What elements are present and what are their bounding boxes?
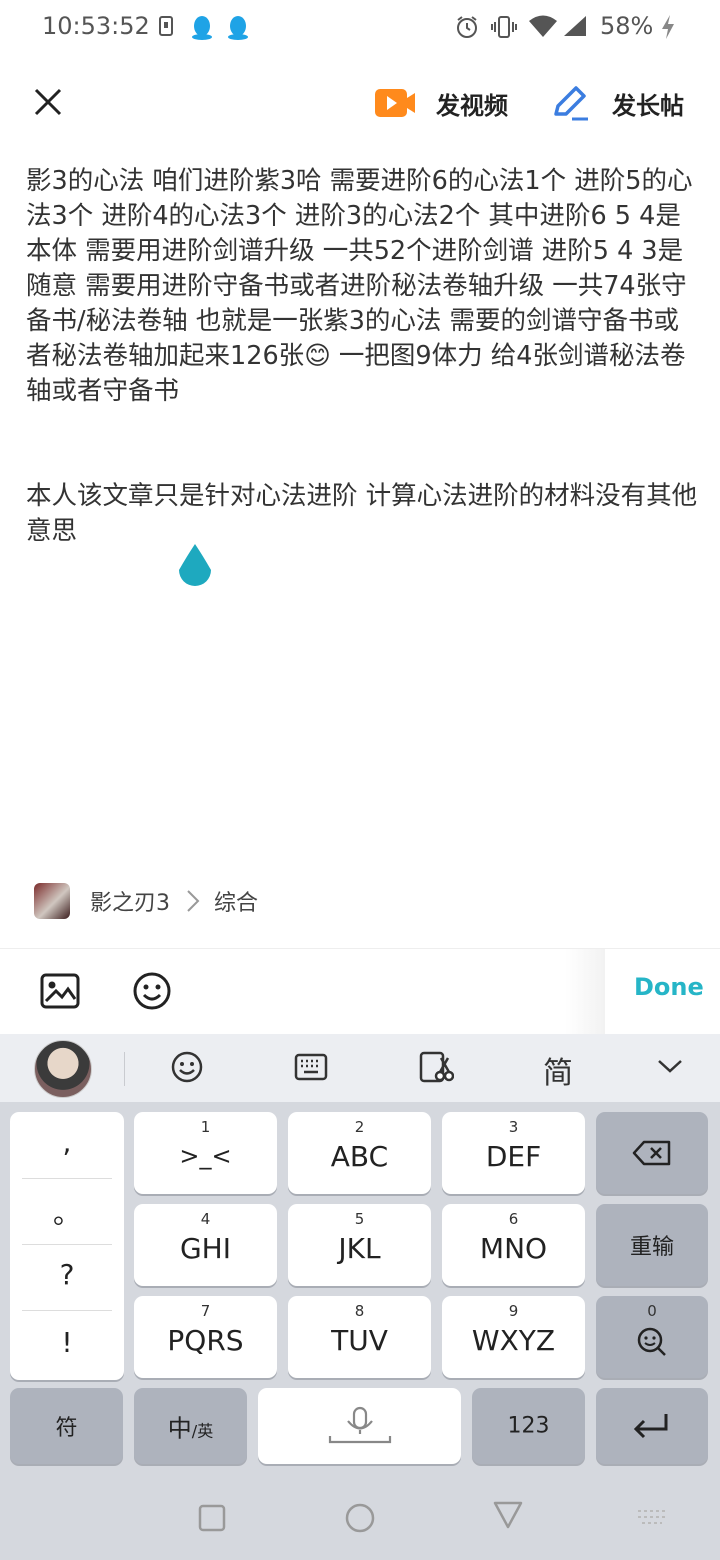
phone-icon	[158, 14, 174, 42]
key-3[interactable]: 3 DEF	[442, 1112, 585, 1194]
game-thumbnail	[34, 883, 70, 919]
battery-percent: 58%	[600, 12, 654, 40]
recent-apps-icon[interactable]	[198, 1504, 226, 1532]
charging-icon	[660, 14, 676, 44]
microphone-icon	[328, 1406, 392, 1444]
close-icon	[34, 88, 62, 116]
qq-icon	[190, 14, 214, 44]
kb-clipboard-button[interactable]	[418, 1050, 455, 1088]
retype-key[interactable]: 重输	[596, 1204, 708, 1286]
kb-layout-button[interactable]	[294, 1050, 328, 1088]
key-1[interactable]: 1 >_<	[134, 1112, 277, 1194]
close-button[interactable]	[30, 84, 66, 120]
editor-toolbar: Done	[0, 948, 720, 1035]
qq-icon	[226, 14, 250, 44]
punct-key[interactable]: ,	[10, 1126, 124, 1159]
emoji-icon	[133, 972, 171, 1010]
alarm-icon	[454, 14, 480, 44]
article-paragraph: 本人该文章只是针对心法进阶 计算心法进阶的材料没有其他意思	[26, 481, 698, 546]
enter-icon	[633, 1414, 668, 1439]
punctuation-column[interactable]: , 。 ? !	[10, 1112, 124, 1380]
emoji-icon	[171, 1051, 203, 1083]
key-0-emoji[interactable]: 0	[596, 1296, 708, 1378]
long-post-button[interactable]: 发长帖	[550, 78, 684, 128]
vibrate-icon	[490, 14, 518, 44]
chevron-right-icon	[187, 890, 200, 912]
status-time: 10:53:52	[42, 12, 150, 40]
keyboard-switch-icon[interactable]	[636, 1508, 668, 1528]
space-voice-key[interactable]	[258, 1388, 461, 1464]
status-bar: 10:53:52 58%	[0, 0, 720, 56]
game-name: 影之刃3	[90, 891, 170, 916]
numbers-key[interactable]: 123	[472, 1388, 585, 1464]
system-nav-bar	[0, 1480, 720, 1560]
key-9[interactable]: 9 WXYZ	[442, 1296, 585, 1378]
keyboard-icon	[294, 1053, 328, 1081]
key-2[interactable]: 2 ABC	[288, 1112, 431, 1194]
insert-emoji-button[interactable]	[132, 971, 172, 1015]
kb-emoji-button[interactable]	[170, 1050, 204, 1088]
key-6[interactable]: 6 MNO	[442, 1204, 585, 1286]
article-paragraph: 影3的心法 咱们进阶紫3哈 需要进阶6的心法1个 进阶5的心法3个 进阶4的心法…	[26, 166, 693, 406]
key-7[interactable]: 7 PQRS	[134, 1296, 277, 1378]
enter-key[interactable]	[596, 1388, 708, 1464]
punct-key[interactable]: !	[10, 1326, 124, 1359]
text-cursor-handle[interactable]	[177, 542, 213, 594]
search-emoji-icon	[637, 1327, 666, 1356]
long-post-label: 发长帖	[612, 91, 684, 120]
key-4[interactable]: 4 GHI	[134, 1204, 277, 1286]
article-editor[interactable]: 影3的心法 咱们进阶紫3哈 需要进阶6的心法1个 进阶5的心法3个 进阶4的心法…	[26, 164, 698, 549]
backspace-icon	[632, 1140, 671, 1166]
home-icon[interactable]	[344, 1502, 376, 1534]
post-video-label: 发视频	[436, 91, 508, 120]
category-name: 综合	[214, 891, 259, 916]
signal-icon	[562, 14, 588, 42]
punct-key[interactable]: ?	[10, 1258, 124, 1291]
back-icon[interactable]	[492, 1500, 524, 1530]
clipboard-scissors-icon	[419, 1051, 455, 1083]
punct-key[interactable]: 。	[10, 1192, 124, 1232]
chevron-down-icon	[658, 1060, 682, 1073]
keyboard-toolbar: 简	[0, 1034, 720, 1102]
kb-collapse-button[interactable]	[656, 1056, 684, 1080]
wifi-icon	[528, 14, 558, 42]
key-8[interactable]: 8 TUV	[288, 1296, 431, 1378]
backspace-key[interactable]	[596, 1112, 708, 1194]
image-icon	[40, 973, 80, 1009]
key-5[interactable]: 5 JKL	[288, 1204, 431, 1286]
editor-header: 发视频 发长帖	[0, 64, 720, 144]
keyboard-avatar[interactable]	[34, 1040, 92, 1098]
pen-icon	[554, 86, 588, 121]
simplified-chinese-toggle[interactable]: 简	[543, 1048, 573, 1092]
post-video-button[interactable]: 发视频	[374, 78, 508, 128]
smile-emoji: 😊	[304, 341, 331, 371]
language-switch-key[interactable]: 中/英	[134, 1388, 247, 1464]
symbol-key[interactable]: 符	[10, 1388, 123, 1464]
insert-image-button[interactable]	[40, 971, 80, 1015]
category-breadcrumb[interactable]: 影之刃3 综合	[34, 882, 258, 920]
video-camera-icon	[375, 89, 415, 117]
done-button[interactable]: Done	[634, 973, 704, 1001]
